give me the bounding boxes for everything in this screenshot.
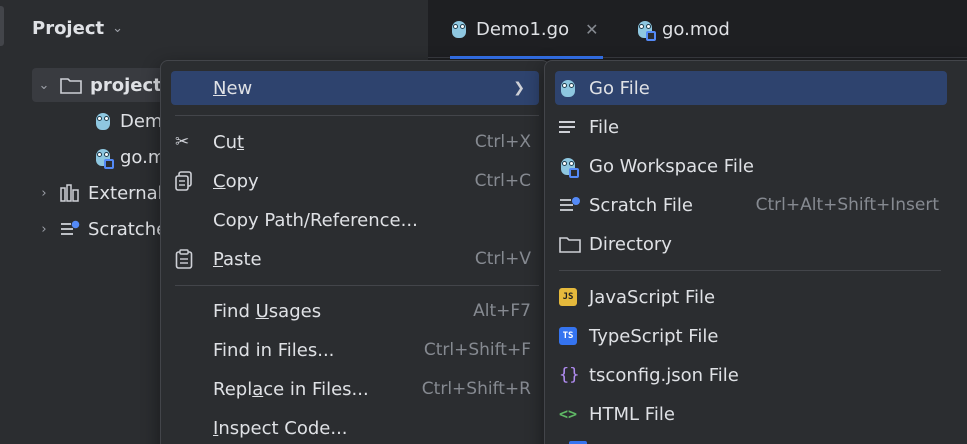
chevron-down-icon[interactable]: ⌄ [36,78,52,93]
submenu-item-tsconfig-file[interactable]: {} tsconfig.json File [555,358,947,392]
tab-go-mod[interactable]: go.mod [636,0,730,58]
braces-icon: {} [559,365,580,385]
submenu-item-label: HTML File [589,403,675,425]
editor-tab-bar: Demo1.go ✕ go.mod [428,0,967,59]
shortcut: Ctrl+X [474,132,531,152]
menu-separator [559,270,941,271]
submenu-item-javascript-file[interactable]: JS JavaScript File [555,280,947,314]
folder-icon [60,78,82,94]
shortcut: Alt+F7 [473,301,531,321]
shortcut: Ctrl+Shift+F [423,340,531,360]
scratches-icon [61,220,80,235]
submenu-item-label: Scratch File [589,194,693,216]
typescript-icon: TS [559,327,577,345]
submenu-item-go-file[interactable]: Go File [555,71,947,105]
html-icon: <> [559,405,578,423]
tool-window-indicator[interactable] [0,6,4,46]
submenu-item-label: tsconfig.json File [589,364,739,386]
menu-item-paste[interactable]: Paste Ctrl+V [171,242,539,276]
menu-item-copy-path[interactable]: Copy Path/Reference... [171,203,539,237]
submenu-item-label: File [589,116,620,138]
libraries-icon [60,184,79,202]
close-icon[interactable]: ✕ [585,20,598,39]
file-lines-icon [559,118,575,136]
go-gopher-icon [559,78,577,98]
project-panel-title: Project [32,18,105,39]
submenu-item-file[interactable]: File [555,110,947,144]
menu-item-find-in-files[interactable]: Find in Files... Ctrl+Shift+F [171,333,539,367]
javascript-icon: JS [559,288,577,306]
submenu-item-label: Directory [589,233,672,255]
go-gopher-icon [94,111,112,131]
context-menu: New ❯ ✂ Cut Ctrl+X Copy Ctrl+C Copy Path… [160,60,550,444]
chevron-right-icon[interactable]: › [36,186,52,201]
menu-item-label: Find in Files... [213,339,335,361]
scratch-file-icon [560,197,580,211]
mnemonic: N [213,77,227,99]
submenu-item-html-file[interactable]: <> HTML File [555,397,947,431]
chevron-right-icon[interactable]: › [36,222,52,237]
menu-item-label: Copy Path/Reference... [213,209,418,231]
scissors-icon: ✂ [175,132,190,152]
tab-label: Demo1.go [476,18,570,40]
go-module-icon [94,147,114,169]
tab-demo1-go[interactable]: Demo1.go ✕ [450,0,603,59]
chevron-down-icon: ⌄ [112,21,123,36]
submenu-item-typescript-file[interactable]: TS TypeScript File [555,319,947,353]
shortcut: Ctrl+Shift+R [421,379,531,399]
project-panel-header[interactable]: Project ⌄ [32,18,123,39]
shortcut: Ctrl+V [474,249,531,269]
chevron-right-icon: ❯ [513,80,525,96]
submenu-item-directory[interactable]: Directory [555,227,947,261]
go-gopher-icon [450,19,468,39]
menu-separator [175,115,539,116]
submenu-item-label: Go File [589,77,650,99]
menu-item-copy[interactable]: Copy Ctrl+C [171,164,539,198]
folder-icon [559,237,581,253]
submenu-item-label: Go Workspace File [589,155,754,177]
menu-separator [175,285,539,286]
menu-item-label-rest: ew [226,77,253,99]
submenu-item-label: TypeScript File [589,325,719,347]
tab-label: go.mod [662,18,730,40]
menu-item-replace-in-files[interactable]: Replace in Files... Ctrl+Shift+R [171,372,539,406]
menu-item-cut[interactable]: ✂ Cut Ctrl+X [171,125,539,159]
submenu-item-go-workspace-file[interactable]: Go Workspace File [555,149,947,183]
clipboard-icon [171,249,201,269]
shortcut: Ctrl+Alt+Shift+Insert [755,195,939,215]
menu-item-new[interactable]: New ❯ [171,71,539,105]
menu-item-inspect-code[interactable]: Inspect Code... [171,411,539,444]
submenu-item-label: JavaScript File [589,286,716,308]
submenu-item-scratch-file[interactable]: Scratch File Ctrl+Alt+Shift+Insert [555,188,947,222]
shortcut: Ctrl+C [474,171,531,191]
go-module-icon [636,19,656,41]
tool-window-strip [0,0,8,444]
menu-item-find-usages[interactable]: Find Usages Alt+F7 [171,294,539,328]
new-submenu: Go File File Go Workspace File Scratch F… [544,60,967,444]
copy-icon [171,171,201,191]
go-workspace-icon [559,156,579,178]
